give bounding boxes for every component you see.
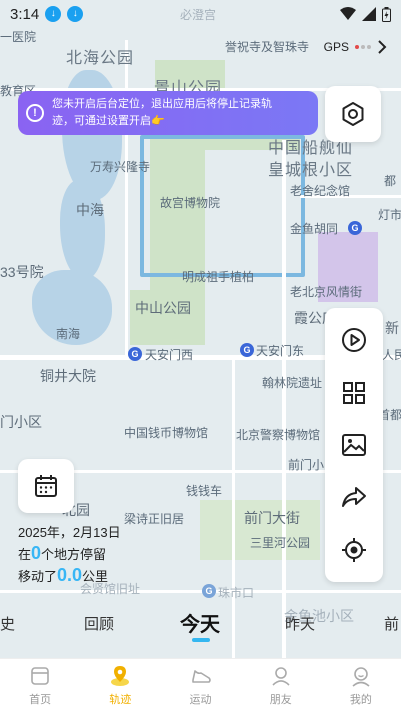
calendar-button[interactable] bbox=[18, 459, 74, 513]
map-label: 老北京风情街 bbox=[290, 285, 363, 299]
nav-sport-label: 运动 bbox=[189, 694, 212, 706]
map-label: 皇城根小区 bbox=[268, 162, 354, 179]
gps-label: GPS bbox=[323, 40, 349, 54]
map-label: 南海 bbox=[56, 327, 81, 341]
stay-count: 0 bbox=[31, 543, 42, 563]
nav-friends-label: 朋友 bbox=[269, 694, 292, 706]
tab-yesterday[interactable]: 昨天 bbox=[285, 613, 315, 634]
nav-friends[interactable]: 朋友 bbox=[241, 659, 321, 713]
gps-signal-icon bbox=[355, 45, 371, 49]
nav-mine-label: 我的 bbox=[349, 694, 372, 706]
subway-icon: G bbox=[202, 584, 216, 598]
gps-indicator[interactable]: GPS bbox=[324, 40, 387, 54]
wifi-icon bbox=[340, 7, 356, 20]
map-label: 誉祝寺及智珠寺 bbox=[225, 40, 310, 54]
download-icon: ↓ bbox=[45, 6, 62, 22]
gear-icon bbox=[342, 102, 364, 126]
download-icon: ↓ bbox=[67, 6, 84, 22]
signal-icon bbox=[362, 7, 376, 21]
map-label: 明成祖手植柏 bbox=[182, 270, 255, 284]
layers-button[interactable] bbox=[334, 373, 374, 413]
map-label: 翰林院遗址 bbox=[262, 376, 323, 390]
nav-track[interactable]: 轨迹 bbox=[80, 659, 160, 713]
map-label: 铜井大院 bbox=[40, 368, 96, 384]
status-time: 3:14 bbox=[10, 5, 40, 23]
map-label: 中国钱币博物馆 bbox=[124, 426, 209, 440]
move-distance: 0.0 bbox=[57, 565, 83, 585]
summary-date: 2025年，2月13日 bbox=[18, 525, 121, 540]
status-bar: 3:14 ↓ ↓ bbox=[0, 0, 401, 28]
map-road bbox=[0, 590, 401, 593]
map-label: 老舍纪念馆 bbox=[290, 184, 351, 198]
summary-stays: 在0个地方停留 bbox=[18, 543, 107, 563]
nav-sport[interactable]: 运动 bbox=[160, 659, 240, 713]
map-tools-panel bbox=[325, 308, 383, 582]
map-label: 33号院 bbox=[0, 264, 44, 280]
date-tabs: 史 回顾 今天 昨天 前 bbox=[0, 606, 401, 642]
track-pin-icon bbox=[111, 666, 130, 686]
share-button[interactable] bbox=[334, 477, 374, 517]
nav-mine[interactable]: 我的 bbox=[321, 659, 401, 713]
map-label: 天安门西 bbox=[145, 348, 194, 362]
nav-home[interactable]: 首页 bbox=[0, 659, 80, 713]
play-track-button[interactable] bbox=[334, 320, 374, 360]
profile-icon bbox=[352, 667, 370, 687]
map-label: 万寿兴隆寺 bbox=[90, 160, 151, 174]
photo-button[interactable] bbox=[334, 425, 374, 465]
map-road bbox=[125, 40, 128, 360]
info-icon: ! bbox=[26, 104, 44, 122]
settings-button[interactable] bbox=[325, 86, 381, 142]
image-icon bbox=[342, 433, 366, 456]
day-summary: 2025年，2月13日 在0个地方停留 移动了0.0公里 bbox=[18, 522, 121, 587]
shoe-icon bbox=[191, 670, 211, 683]
play-icon bbox=[342, 328, 366, 353]
map-label: 故宫博物院 bbox=[160, 196, 221, 210]
bottom-nav: 首页 轨迹 运动 朋友 我的 bbox=[0, 658, 401, 713]
nav-track-label: 轨迹 bbox=[109, 694, 132, 706]
map-label: 中山公园 bbox=[135, 300, 191, 316]
map-label: 门小区 bbox=[0, 414, 42, 430]
map-label: 珠市口 bbox=[218, 586, 255, 600]
nav-home-label: 首页 bbox=[29, 694, 52, 706]
map-lake bbox=[60, 180, 105, 280]
subway-icon: G bbox=[348, 221, 362, 235]
chevron-right-icon bbox=[378, 40, 387, 54]
grid-icon bbox=[343, 381, 365, 404]
summary-distance: 移动了0.0公里 bbox=[18, 565, 109, 585]
active-tab-indicator bbox=[192, 638, 210, 642]
map-label: 人民 bbox=[382, 348, 401, 362]
map-label: 北海公园 bbox=[66, 50, 135, 67]
battery-icon bbox=[382, 6, 391, 22]
map-label: 钱钱车 bbox=[186, 484, 223, 498]
map-label: 中海 bbox=[76, 202, 104, 218]
calendar-icon bbox=[35, 475, 57, 497]
tab-today[interactable]: 今天 bbox=[180, 608, 220, 637]
map-label: 灯市 bbox=[378, 208, 401, 222]
tab-before[interactable]: 前 bbox=[384, 613, 399, 634]
locate-me-button[interactable] bbox=[334, 530, 374, 570]
notice-text-line1: 您未开启后台定位，退出应用后将停止记录轨 bbox=[52, 98, 272, 110]
notice-text-line2: 迹，可通过设置开启👉 bbox=[52, 115, 165, 127]
map-label: 金鱼胡同 bbox=[290, 222, 339, 236]
map-label: 北京警察博物馆 bbox=[236, 428, 321, 442]
map-label: 天安门东 bbox=[256, 344, 305, 358]
tab-history[interactable]: 史 bbox=[0, 613, 15, 634]
share-arrow-icon bbox=[342, 487, 366, 508]
tab-review[interactable]: 回顾 bbox=[84, 613, 114, 634]
map-label: 梁诗正旧居 bbox=[124, 512, 185, 526]
background-location-notice[interactable]: ! 您未开启后台定位，退出应用后将停止记录轨 迹，可通过设置开启👉 bbox=[18, 91, 318, 135]
map-label: 都 bbox=[384, 174, 397, 188]
subway-icon: G bbox=[240, 343, 254, 357]
map-label: 一医院 bbox=[0, 30, 37, 44]
map-label: 三里河公园 bbox=[250, 536, 311, 550]
locate-icon bbox=[342, 537, 366, 562]
map-label: 前门大街 bbox=[244, 510, 300, 526]
map-road bbox=[282, 140, 286, 660]
subway-icon: G bbox=[128, 347, 142, 361]
home-icon bbox=[31, 667, 49, 685]
map-label: 新 bbox=[385, 320, 399, 336]
friends-icon bbox=[272, 667, 290, 686]
